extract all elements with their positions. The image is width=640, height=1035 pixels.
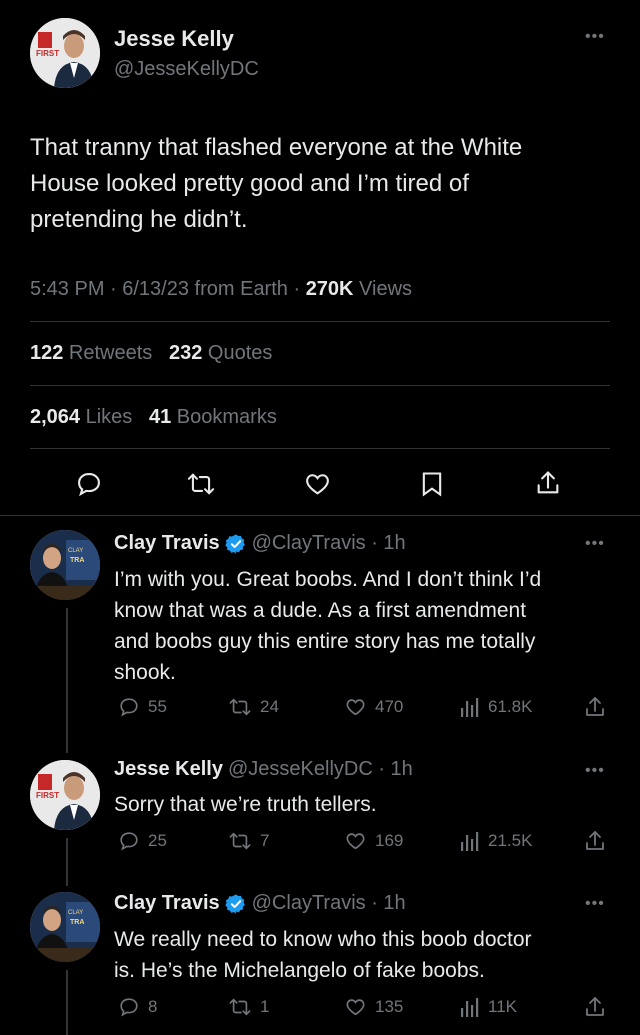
reply-author-avatar[interactable]: FIRST (30, 760, 100, 830)
reply-author-avatar[interactable]: CLAY TRA (30, 892, 100, 962)
reply-header: Jesse Kelly @JesseKellyDC · 1h (114, 758, 413, 781)
reply-author-name[interactable]: Clay Travis (114, 892, 220, 915)
like-count[interactable]: 169 (344, 830, 403, 852)
reply-header: Clay Travis @ClayTravis · 1h (114, 532, 406, 555)
reply-icon (120, 998, 138, 1017)
tweet-timestamp[interactable]: 5:43 PM · 6/13/23 from Earth · (30, 278, 306, 300)
retweet-icon (229, 698, 251, 716)
likes-stat[interactable]: 2,064 Likes (30, 406, 132, 428)
view-count[interactable]: 21.5K (460, 830, 532, 852)
like-count[interactable]: 470 (344, 696, 403, 718)
reply-count[interactable]: 8 (118, 996, 157, 1018)
avatar-badge-text: FIRST (36, 49, 59, 58)
divider (30, 448, 610, 449)
retweets-stat[interactable]: 122 Retweets (30, 342, 152, 364)
bookmarks-stat[interactable]: 41 Bookmarks (149, 406, 277, 428)
retweet-count[interactable]: 1 (228, 996, 269, 1018)
divider (30, 385, 610, 386)
retweet-quote-stats: 122 Retweets 232 Quotes (30, 342, 272, 365)
reply-author-name[interactable]: Clay Travis (114, 532, 220, 555)
reply-text-line: is. He’s the Michelangelo of fake boobs. (114, 959, 485, 982)
reply-author-handle[interactable]: @JesseKellyDC · 1h (228, 758, 413, 781)
retweet-icon[interactable] (186, 470, 216, 498)
like-icon[interactable] (303, 470, 332, 498)
views-label: Views (353, 278, 413, 300)
views-icon (461, 832, 479, 851)
reply-count[interactable]: 25 (118, 830, 167, 852)
like-icon (346, 833, 365, 850)
like-icon (346, 699, 365, 716)
svg-text:TRA: TRA (70, 557, 84, 564)
avatar-badge-text: FIRST (36, 791, 59, 800)
reply-author-handle[interactable]: @ClayTravis · 1h (252, 892, 406, 915)
views-icon (461, 998, 479, 1017)
reply-author-name[interactable]: Jesse Kelly (114, 758, 223, 781)
reply-text-line: and boobs guy this entire story has me t… (114, 630, 536, 653)
verified-badge-icon (224, 893, 247, 915)
reply-text-line: We really need to know who this boob doc… (114, 928, 532, 951)
reply-header: Clay Travis @ClayTravis · 1h (114, 892, 406, 915)
reply-text: We really need to know who this boob doc… (114, 924, 614, 986)
reply-text-line: Sorry that we’re truth tellers. (114, 793, 377, 816)
more-icon[interactable]: ••• (585, 28, 605, 46)
verified-badge-icon (224, 533, 247, 555)
svg-text:TRA: TRA (70, 919, 84, 926)
more-icon[interactable]: ••• (585, 762, 605, 780)
view-count[interactable]: 61.8K (460, 696, 532, 718)
tweet-text-line: pretending he didn’t. (30, 206, 248, 233)
reply-text: I’m with you. Great boobs. And I don’t t… (114, 564, 614, 688)
svg-text:CLAY: CLAY (68, 910, 83, 916)
tweet-meta: 5:43 PM · 6/13/23 from Earth · 270K View… (30, 278, 412, 301)
thread-line (66, 838, 68, 886)
reply-author-handle[interactable]: @ClayTravis · 1h (252, 532, 406, 555)
share-icon[interactable] (535, 469, 561, 497)
reply-icon[interactable] (75, 470, 103, 498)
bookmark-icon[interactable] (419, 470, 445, 498)
svg-text:CLAY: CLAY (68, 548, 83, 554)
reply-icon (120, 832, 138, 851)
reply-icon (120, 698, 138, 717)
main-tweet-text: That tranny that flashed everyone at the… (30, 130, 620, 238)
more-icon[interactable]: ••• (585, 535, 605, 553)
tweet-text-line: That tranny that flashed everyone at the… (30, 134, 523, 161)
reply-author-avatar[interactable]: CLAY TRA (30, 530, 100, 600)
reply-text: Sorry that we’re truth tellers. (114, 789, 614, 820)
divider (0, 515, 640, 516)
more-icon[interactable]: ••• (585, 895, 605, 913)
reply-text-line: shook. (114, 661, 176, 684)
divider (30, 321, 610, 322)
retweet-count[interactable]: 24 (228, 696, 279, 718)
retweet-icon (229, 998, 251, 1016)
views-icon (461, 698, 479, 717)
main-author-name[interactable]: Jesse Kelly (114, 26, 234, 52)
thread-line (66, 608, 68, 753)
like-count[interactable]: 135 (344, 996, 403, 1018)
reply-text-line: I’m with you. Great boobs. And I don’t t… (114, 568, 542, 591)
share-icon[interactable] (584, 829, 606, 853)
likes-bookmarks-stats: 2,064 Likes 41 Bookmarks (30, 406, 277, 429)
share-icon[interactable] (584, 695, 606, 719)
reply-count[interactable]: 55 (118, 696, 167, 718)
view-count[interactable]: 11K (460, 996, 517, 1018)
quotes-stat[interactable]: 232 Quotes (169, 342, 272, 364)
reply-text-line: know that was a dude. As a first amendme… (114, 599, 527, 622)
retweet-count[interactable]: 7 (228, 830, 269, 852)
tweet-text-line: House looked pretty good and I’m tired o… (30, 170, 469, 197)
share-icon[interactable] (584, 995, 606, 1019)
thread-line (66, 970, 68, 1035)
main-author-handle[interactable]: @JesseKellyDC (114, 58, 259, 81)
views-count: 270K (305, 278, 354, 300)
main-author-avatar[interactable]: FIRST (30, 18, 100, 88)
retweet-icon (229, 832, 251, 850)
like-icon (346, 999, 365, 1016)
